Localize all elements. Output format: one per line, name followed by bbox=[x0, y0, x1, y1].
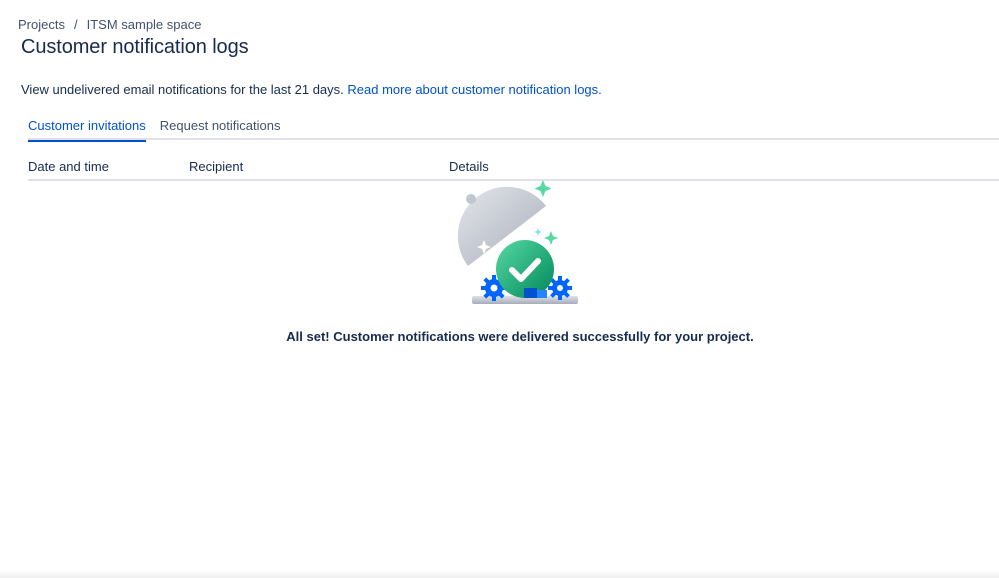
breadcrumb-projects-link[interactable]: Projects bbox=[18, 17, 65, 32]
tab-list: Customer invitations Request notificatio… bbox=[28, 118, 999, 142]
column-header-date-and-time[interactable]: Date and time bbox=[28, 159, 109, 174]
breadcrumb: Projects / ITSM sample space bbox=[18, 17, 201, 32]
notification-logs-page: Projects / ITSM sample space Customer no… bbox=[0, 0, 999, 578]
breadcrumb-itsm-sample-space-link[interactable]: ITSM sample space bbox=[87, 17, 202, 32]
tab-request-notifications[interactable]: Request notifications bbox=[160, 118, 281, 140]
tab-customer-invitations[interactable]: Customer invitations bbox=[28, 118, 146, 142]
bottom-edge-shadow bbox=[0, 570, 999, 578]
empty-state-message: All set! Customer notifications were del… bbox=[286, 329, 754, 344]
cloche-checkmark-illustration bbox=[457, 178, 584, 308]
description-text: View undelivered email notifications for… bbox=[21, 82, 344, 97]
read-more-link[interactable]: Read more about customer notification lo… bbox=[347, 82, 601, 97]
page-description: View undelivered email notifications for… bbox=[21, 82, 602, 97]
column-header-details[interactable]: Details bbox=[449, 159, 489, 174]
page-title: Customer notification logs bbox=[21, 36, 249, 58]
column-header-recipient[interactable]: Recipient bbox=[189, 159, 243, 174]
breadcrumb-separator: / bbox=[73, 17, 78, 32]
